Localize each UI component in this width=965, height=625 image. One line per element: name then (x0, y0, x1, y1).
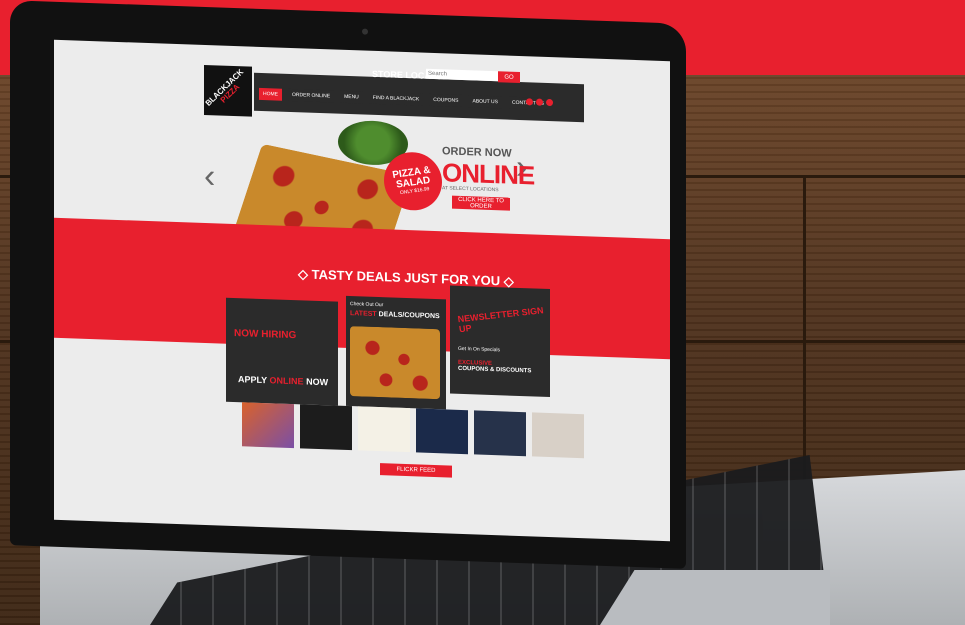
coupons-rest: DEALS/COUPONS (378, 311, 440, 321)
nav-coupons[interactable]: COUPONS (429, 93, 463, 107)
nav-about[interactable]: ABOUT US (468, 95, 502, 109)
apply-word: ONLINE (269, 375, 304, 387)
coupons-card[interactable]: Check Out Our LATEST DEALS/COUPONS (346, 295, 446, 410)
nav-home[interactable]: HOME (259, 87, 282, 101)
coupons-highlight: LATEST (350, 310, 377, 319)
thumbnail[interactable] (242, 402, 294, 449)
thumbnail[interactable] (474, 410, 526, 457)
nav-order-online[interactable]: ORDER ONLINE (288, 88, 335, 103)
thumbnail[interactable] (532, 412, 584, 459)
apply-prefix: APPLY (238, 374, 268, 386)
laptop-trackpad (600, 570, 830, 625)
thumbnail[interactable] (300, 404, 352, 451)
apply-suffix: NOW (306, 376, 329, 388)
youtube-icon[interactable] (546, 98, 553, 107)
newsletter-title: NEWSLETTER SIGN UP (457, 305, 545, 335)
carousel-prev-icon[interactable]: ‹ (204, 157, 215, 196)
camera-icon (362, 28, 368, 35)
newsletter-line2: EXCLUSIVE COUPONS & DISCOUNTS (458, 360, 531, 375)
hero-subtext: AT SELECT LOCATIONS (442, 185, 499, 194)
coupons-line2: LATEST DEALS/COUPONS (350, 310, 440, 320)
facebook-icon[interactable] (526, 98, 533, 106)
coupons-line1: Check Out Our (350, 301, 384, 309)
search-button[interactable]: GO (498, 71, 520, 84)
nav-menu[interactable]: MENU (340, 90, 363, 104)
nav-find[interactable]: FIND A BLACKJACK (368, 91, 424, 106)
newsletter-line1: Get In On Specials (458, 345, 500, 354)
site-logo[interactable]: BLACKJACK PIZZA (204, 64, 252, 117)
flickr-feed-label[interactable]: FLICKR FEED (380, 463, 452, 478)
twitter-icon[interactable] (536, 98, 543, 106)
social-links (526, 98, 553, 107)
apply-online-text: APPLY ONLINE NOW (238, 374, 328, 387)
hiring-title: NOW HIRING (234, 328, 297, 342)
website-view: BLACKJACKPIZZA STORE LOCATOR GO HOME ORD… (54, 39, 670, 542)
photo-thumbnails (242, 402, 584, 459)
order-online-button[interactable]: CLICK HERE TO ORDER (452, 195, 510, 211)
coupon-pizza-image (350, 326, 440, 400)
newsletter-line3: COUPONS & DISCOUNTS (458, 365, 532, 375)
thumbnail[interactable] (416, 408, 468, 455)
thumbnail[interactable] (358, 406, 410, 453)
newsletter-card[interactable]: NEWSLETTER SIGN UP Get In On Specials EX… (450, 285, 550, 398)
laptop-screen: BLACKJACKPIZZA STORE LOCATOR GO HOME ORD… (10, 0, 686, 569)
now-hiring-card[interactable]: NOW HIRING APPLY ONLINE NOW (226, 297, 338, 406)
